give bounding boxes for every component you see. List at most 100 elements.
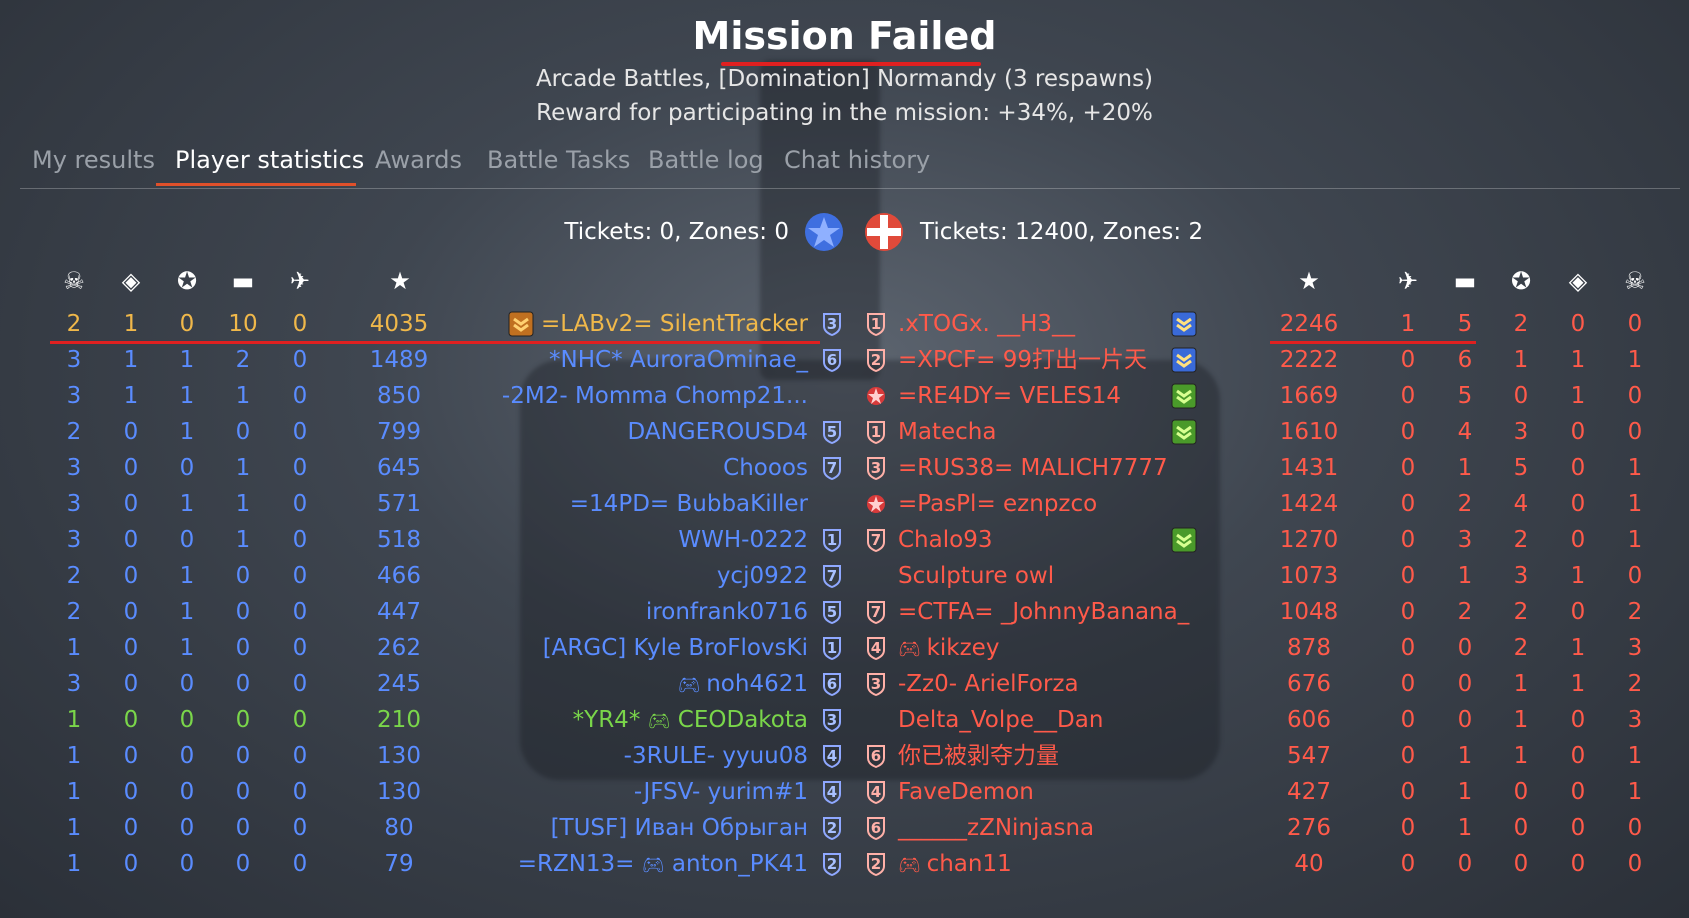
table-row: =RE4DY= VELES14 1669 0 5 0 1 0	[0, 378, 1689, 414]
rank-icon: 4	[866, 780, 886, 804]
player-name-text: .xTOGx. __H3__	[898, 311, 1076, 337]
squadron-badge-icon	[1170, 418, 1198, 446]
table-row: 6 你已被剥夺力量 547 0 1 1 0 1	[0, 738, 1689, 774]
player-name[interactable]: =CTFA= _JohnnyBanana_	[898, 594, 1189, 630]
stat-air: 2	[1513, 527, 1529, 553]
stat-deaths: 1	[1627, 527, 1643, 553]
plane-icon: ✈	[289, 267, 311, 295]
player-name-text: =CTFA= _JohnnyBanana_	[898, 599, 1190, 625]
player-name-text: =XPCF= 99打出一片天	[898, 347, 1148, 373]
active-tab-indicator	[156, 183, 356, 186]
stat-deaths: 1	[1627, 491, 1643, 517]
player-name[interactable]: 你已被剥夺力量	[898, 738, 1059, 774]
tab-my-results[interactable]: My results	[32, 146, 155, 174]
player-name-text: -Zz0- ArielForza	[898, 671, 1079, 697]
air-kill-icon: ✪	[176, 267, 198, 295]
player-name[interactable]: Chalo93	[898, 522, 992, 558]
stat-score: 276	[1287, 815, 1331, 841]
stat-deaths: 3	[1627, 707, 1643, 733]
player-name[interactable]: =RE4DY= VELES14	[898, 378, 1121, 414]
stat-ground: 3	[1457, 527, 1473, 553]
player-name[interactable]: =RUS38= MALICH7777	[898, 450, 1168, 486]
stat-air: 2	[1513, 635, 1529, 661]
table-row: Sculpture owl 1073 0 1 3 1 0	[0, 558, 1689, 594]
player-name-text: =RUS38= MALICH7777	[898, 455, 1168, 481]
stat-planes: 1	[1400, 311, 1416, 337]
stat-deaths: 0	[1627, 311, 1643, 337]
player-name[interactable]: =PasPl= eznpzco	[898, 486, 1097, 522]
player-name[interactable]: 🎮︎ kikzey	[898, 630, 999, 668]
stat-score: 2222	[1279, 347, 1339, 373]
tab-battle-tasks[interactable]: Battle Tasks	[487, 146, 630, 174]
player-name[interactable]: .xTOGx. __H3__	[898, 306, 1075, 342]
player-name[interactable]: =XPCF= 99打出一片天	[898, 342, 1147, 378]
stat-ground: 5	[1457, 311, 1473, 337]
stat-deaths: 1	[1627, 743, 1643, 769]
player-name-text: Matecha	[898, 419, 997, 445]
rank-icon: 7	[866, 600, 886, 624]
right-team-tickets: Tickets: 12400, Zones: 2	[920, 219, 1204, 245]
player-name[interactable]: Sculpture owl	[898, 558, 1054, 594]
stat-air: 2	[1513, 311, 1529, 337]
player-name[interactable]: Delta_Volpe__Dan	[898, 702, 1103, 738]
stat-captures: 0	[1570, 707, 1586, 733]
stat-air: 4	[1513, 491, 1529, 517]
page-title: Mission Failed	[692, 14, 997, 58]
stat-score: 878	[1287, 635, 1331, 661]
player-name[interactable]: Matecha	[898, 414, 996, 450]
stat-deaths: 0	[1627, 563, 1643, 589]
player-name-text: Delta_Volpe__Dan	[898, 707, 1104, 733]
stat-ground: 1	[1457, 455, 1473, 481]
rank-icon: 3	[866, 456, 886, 480]
tab-battle-log[interactable]: Battle log	[648, 146, 764, 174]
stat-air: 1	[1513, 743, 1529, 769]
stat-captures: 0	[1570, 779, 1586, 805]
stat-deaths: 2	[1627, 671, 1643, 697]
stat-deaths: 2	[1627, 599, 1643, 625]
stat-air: 5	[1513, 455, 1529, 481]
squadron-badge-icon	[1170, 526, 1198, 554]
table-row: 1 .xTOGx. __H3__ 2246 1 5 2 0 0	[0, 306, 1689, 342]
rank-icon: 2	[866, 852, 886, 876]
stat-score: 1073	[1279, 563, 1339, 589]
stat-score: 1048	[1279, 599, 1339, 625]
stat-score: 676	[1287, 671, 1331, 697]
player-highlight-line	[50, 341, 820, 344]
stat-ground: 6	[1457, 347, 1473, 373]
player-name[interactable]: 🎮︎ chan11	[898, 846, 1012, 884]
player-name-text: Chalo93	[898, 527, 993, 553]
stat-ground: 4	[1457, 419, 1473, 445]
stat-captures: 0	[1570, 743, 1586, 769]
rank-icon: 4	[866, 636, 886, 660]
stat-planes: 0	[1400, 599, 1416, 625]
table-row: Delta_Volpe__Dan 606 0 0 1 0 3	[0, 702, 1689, 738]
stat-score: 1669	[1279, 383, 1339, 409]
gamepad-icon: 🎮︎	[898, 639, 927, 660]
stat-captures: 0	[1570, 599, 1586, 625]
rank-icon: 7	[866, 528, 886, 552]
left-team-tickets: Tickets: 0, Zones: 0	[564, 219, 789, 245]
stat-planes: 0	[1400, 707, 1416, 733]
stat-ground: 2	[1457, 599, 1473, 625]
tab-awards[interactable]: Awards	[375, 146, 462, 174]
reward-text: Reward for participating in the mission:…	[536, 100, 1153, 126]
stat-planes: 0	[1400, 455, 1416, 481]
stat-deaths: 0	[1627, 815, 1643, 841]
gamepad-icon: 🎮︎	[898, 855, 927, 876]
capture-icon: ◈	[1568, 267, 1588, 295]
table-row: =PasPl= eznpzco 1424 0 2 4 0 1	[0, 486, 1689, 522]
tab-chat-history[interactable]: Chat history	[784, 146, 930, 174]
player-name[interactable]: ______zZNinjasna	[898, 810, 1094, 846]
table-row: 2 🎮︎ chan11 40 0 0 0 0 0	[0, 846, 1689, 882]
top-enemy-highlight-line	[1270, 341, 1476, 344]
stat-air: 0	[1513, 851, 1529, 877]
rank-icon: 2	[866, 348, 886, 372]
stat-captures: 0	[1570, 491, 1586, 517]
stat-planes: 0	[1400, 743, 1416, 769]
player-name[interactable]: -Zz0- ArielForza	[898, 666, 1079, 702]
stat-air: 3	[1513, 563, 1529, 589]
stat-deaths: 0	[1627, 851, 1643, 877]
player-name[interactable]: FaveDemon	[898, 774, 1034, 810]
tab-player-statistics[interactable]: Player statistics	[175, 146, 364, 174]
stat-captures: 0	[1570, 311, 1586, 337]
